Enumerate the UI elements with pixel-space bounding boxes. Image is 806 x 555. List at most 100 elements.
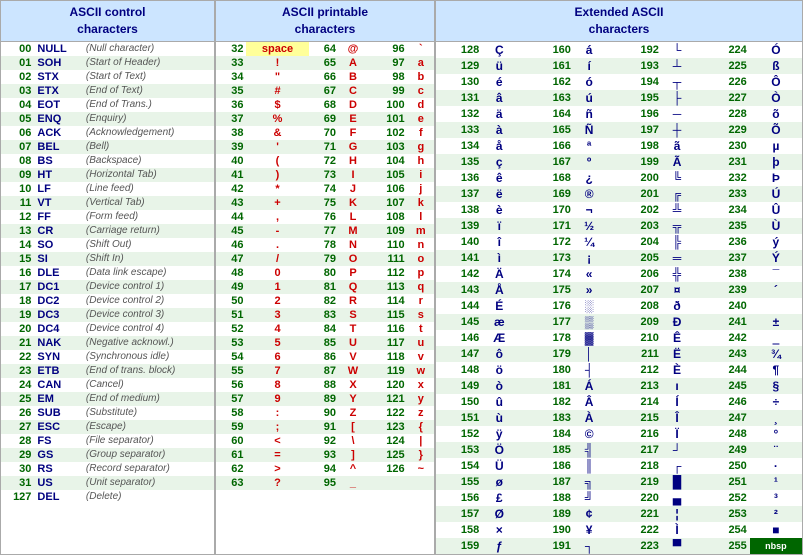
ext-dec-cell: 147	[436, 346, 482, 362]
table-row: 05 ENQ (Enquiry)	[1, 112, 214, 126]
char2-cell: [	[339, 420, 367, 434]
table-row: 10 LF (Line feed)	[1, 182, 214, 196]
ext-dec-cell: 241	[704, 314, 750, 330]
ext-dec-cell: 201	[616, 186, 662, 202]
ext-char-cell: ╩	[662, 202, 692, 218]
table-row: 58 : 90 Z 122 z	[216, 406, 434, 420]
char-cell: *	[246, 182, 308, 196]
dec-cell: 18	[1, 294, 34, 308]
table-row: 153Ö185╣217┘249¨	[436, 442, 802, 458]
desc-cell: (Acknowledgement)	[83, 126, 214, 140]
dec3-cell: 108	[367, 210, 408, 224]
name-cell: SI	[34, 252, 82, 266]
desc-cell: (End of trans. block)	[83, 364, 214, 378]
char-cell: -	[246, 224, 308, 238]
dec-cell: 45	[216, 224, 246, 238]
ext-dec-cell: 231	[704, 154, 750, 170]
ext-dec-cell: 163	[528, 90, 574, 106]
dec-cell: 51	[216, 308, 246, 322]
page-container: ASCII controlcharacters 00 NULL (Null ch…	[0, 0, 806, 555]
ext-dec-cell: 239	[704, 282, 750, 298]
dec2-cell: 78	[309, 238, 339, 252]
char3-cell: {	[408, 420, 434, 434]
dec2-cell: 72	[309, 154, 339, 168]
table-row: 142Ä174«206╬238¯	[436, 266, 802, 282]
dec2-cell: 91	[309, 420, 339, 434]
desc-cell: (Negative acknowl.)	[83, 336, 214, 350]
name-cell: LF	[34, 182, 82, 196]
ext-dec-cell: 202	[616, 202, 662, 218]
ext-char-cell: É	[482, 298, 516, 314]
ext-char-cell: å	[482, 138, 516, 154]
char-cell: 2	[246, 294, 308, 308]
sep-cell	[516, 186, 527, 202]
sep-cell	[604, 42, 615, 58]
ext-dec-cell: 131	[436, 90, 482, 106]
sep-cell	[604, 506, 615, 522]
sep-cell	[516, 378, 527, 394]
ext-dec-cell: 193	[616, 58, 662, 74]
ext-dec-cell: 209	[616, 314, 662, 330]
desc-cell: (Group separator)	[83, 448, 214, 462]
sep-cell	[516, 138, 527, 154]
name-cell: STX	[34, 70, 82, 84]
table-row: 159ƒ191┐223▀255nbsp	[436, 538, 802, 554]
ext-char-cell: Ä	[482, 266, 516, 282]
sep-cell	[516, 426, 527, 442]
char3-cell: f	[408, 126, 434, 140]
ext-dec-cell: 171	[528, 218, 574, 234]
char3-cell: o	[408, 252, 434, 266]
table-row: 134å166ª198ã230µ	[436, 138, 802, 154]
char2-cell: Y	[339, 392, 367, 406]
char3-cell: j	[408, 182, 434, 196]
desc-cell: (Record separator)	[83, 462, 214, 476]
char3-cell: v	[408, 350, 434, 364]
desc-cell: (Shift In)	[83, 252, 214, 266]
dec2-cell: 80	[309, 266, 339, 280]
dec-cell: 15	[1, 252, 34, 266]
ext-char-cell: Ð	[662, 314, 692, 330]
ext-char-cell: ¤	[662, 282, 692, 298]
dec-cell: 01	[1, 56, 34, 70]
ext-dec-cell: 166	[528, 138, 574, 154]
desc-cell: (Device control 3)	[83, 308, 214, 322]
char3-cell: b	[408, 70, 434, 84]
ext-char-cell: ¼	[574, 234, 604, 250]
ext-dec-cell: 155	[436, 474, 482, 490]
desc-cell: (Device control 4)	[83, 322, 214, 336]
name-cell: FF	[34, 210, 82, 224]
sep-cell	[516, 122, 527, 138]
sep-cell	[604, 218, 615, 234]
sep-cell	[692, 170, 703, 186]
table-row: 36 $ 68 D 100 d	[216, 98, 434, 112]
table-row: 38 & 70 F 102 f	[216, 126, 434, 140]
ext-char-cell: ñ	[574, 106, 604, 122]
ext-char-cell: Ó	[750, 42, 802, 58]
dec-cell: 49	[216, 280, 246, 294]
ext-char-cell: ╗	[574, 474, 604, 490]
dec3-cell: 100	[367, 98, 408, 112]
table-row: 37 % 69 E 101 e	[216, 112, 434, 126]
char3-cell: l	[408, 210, 434, 224]
ext-char-cell: ©	[574, 426, 604, 442]
dec-cell: 13	[1, 224, 34, 238]
sep-cell	[516, 474, 527, 490]
dec3-cell: 102	[367, 126, 408, 140]
desc-cell: (File separator)	[83, 434, 214, 448]
sep-cell	[604, 314, 615, 330]
sep-cell	[516, 266, 527, 282]
sep-cell	[516, 74, 527, 90]
sep-cell	[692, 154, 703, 170]
ext-char-cell: ²	[750, 506, 802, 522]
char2-cell: \	[339, 434, 367, 448]
dec3-cell: 113	[367, 280, 408, 294]
ext-char-cell: µ	[750, 138, 802, 154]
dec-cell: 06	[1, 126, 34, 140]
dec-cell: 19	[1, 308, 34, 322]
dec3-cell: 119	[367, 364, 408, 378]
char-cell: 6	[246, 350, 308, 364]
table-row: 151ù183À215Î247¸	[436, 410, 802, 426]
table-row: 28 FS (File separator)	[1, 434, 214, 448]
char2-cell: K	[339, 196, 367, 210]
dec-cell: 61	[216, 448, 246, 462]
